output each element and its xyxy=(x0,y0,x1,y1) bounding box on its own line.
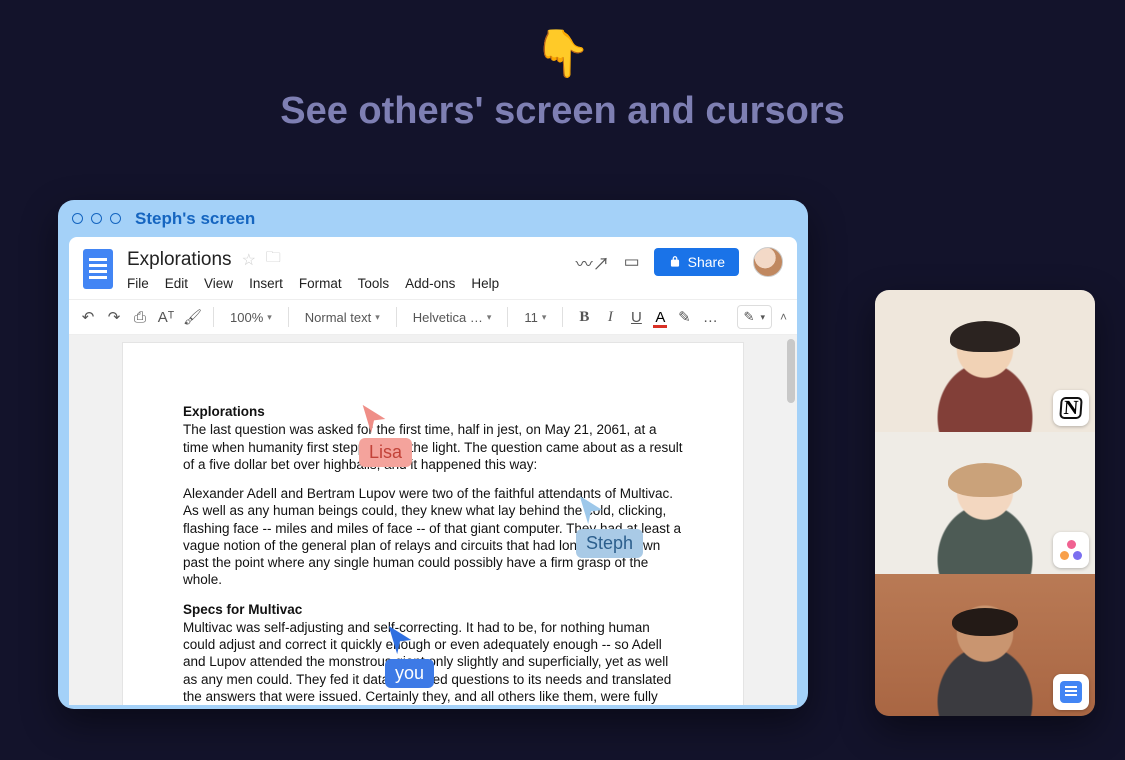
collapse-toolbar-icon[interactable]: ˄ xyxy=(780,310,787,324)
doc-heading-1: Explorations xyxy=(183,403,683,420)
vertical-scrollbar[interactable] xyxy=(787,339,795,701)
traffic-zoom-icon[interactable] xyxy=(110,213,121,224)
font-family-dropdown[interactable]: Helvetica … xyxy=(409,308,496,327)
menu-tools[interactable]: Tools xyxy=(358,276,390,291)
menu-file[interactable]: File xyxy=(127,276,149,291)
doc-paragraph-3: Multivac was self-adjusting and self-cor… xyxy=(183,619,683,705)
asana-icon xyxy=(1060,539,1082,561)
paragraph-style-dropdown[interactable]: Normal text xyxy=(301,308,384,327)
star-icon[interactable]: ☆ xyxy=(242,250,256,270)
hero-emoji-pointing-down: 👇 xyxy=(0,30,1125,76)
traffic-close-icon[interactable] xyxy=(72,213,83,224)
folder-icon[interactable]: 🗀 xyxy=(266,247,281,272)
document-viewport[interactable]: Explorations The last question was asked… xyxy=(69,335,797,705)
hero-title: See others' screen and cursors xyxy=(0,90,1125,133)
menu-view[interactable]: View xyxy=(204,276,233,291)
doc-paragraph-2: Alexander Adell and Bertram Lupov were t… xyxy=(183,485,683,589)
pencil-icon: ✎ xyxy=(744,309,755,325)
undo-icon[interactable]: ↶ xyxy=(79,308,97,326)
google-docs-app-icon[interactable] xyxy=(83,249,113,289)
underline-icon[interactable]: U xyxy=(627,309,645,326)
menu-insert[interactable]: Insert xyxy=(249,276,283,291)
participant-video-grid: N xyxy=(875,290,1095,716)
print-icon[interactable]: ⎙ xyxy=(131,309,149,326)
share-button-label: Share xyxy=(688,254,725,270)
menu-edit[interactable]: Edit xyxy=(165,276,188,291)
text-color-icon[interactable]: A xyxy=(653,309,667,326)
menu-addons[interactable]: Add-ons xyxy=(405,276,455,291)
window-traffic-lights[interactable] xyxy=(72,213,121,224)
doc-title[interactable]: Explorations xyxy=(127,249,232,271)
shared-screen-window: Steph's screen Explorations ☆ 🗀 File Edi… xyxy=(58,200,808,709)
toolbar: ↶ ↷ ⎙ Aᵀ 🖌 100% Normal text Helvetica … … xyxy=(69,299,797,335)
menu-format[interactable]: Format xyxy=(299,276,342,291)
activity-trend-icon[interactable]: 〰↗ xyxy=(576,250,610,275)
app-badge xyxy=(1053,532,1089,568)
highlight-icon[interactable]: ✎ xyxy=(675,308,693,326)
bold-icon[interactable]: B xyxy=(575,309,593,326)
redo-icon[interactable]: ↷ xyxy=(105,308,123,326)
lock-icon xyxy=(668,255,682,269)
share-button[interactable]: Share xyxy=(654,248,739,276)
spellcheck-icon[interactable]: Aᵀ xyxy=(157,309,175,326)
editing-mode-dropdown[interactable]: ✎ ▾ xyxy=(737,305,772,329)
paint-format-icon[interactable]: 🖌 xyxy=(183,308,201,326)
app-badge xyxy=(1053,674,1089,710)
avatar[interactable] xyxy=(753,247,783,277)
app-badge: N xyxy=(1053,390,1089,426)
shared-screen-titlebar: Steph's screen xyxy=(58,200,808,237)
scroll-thumb[interactable] xyxy=(787,339,795,403)
video-tile[interactable]: N xyxy=(875,290,1095,432)
italic-icon[interactable]: I xyxy=(601,309,619,326)
video-tile[interactable] xyxy=(875,432,1095,574)
traffic-minimize-icon[interactable] xyxy=(91,213,102,224)
font-size-dropdown[interactable]: 11 xyxy=(520,308,550,327)
more-tools-icon[interactable]: … xyxy=(701,309,719,326)
google-docs-window: Explorations ☆ 🗀 File Edit View Insert F… xyxy=(69,237,797,700)
doc-heading-2: Specs for Multivac xyxy=(183,601,683,618)
zoom-dropdown[interactable]: 100% xyxy=(226,308,276,327)
menu-help[interactable]: Help xyxy=(471,276,499,291)
shared-screen-owner-label: Steph's screen xyxy=(135,209,255,229)
document-page[interactable]: Explorations The last question was asked… xyxy=(123,343,743,705)
comments-icon[interactable]: ▭ xyxy=(624,252,640,272)
google-docs-icon xyxy=(1060,681,1082,703)
notion-icon: N xyxy=(1059,397,1083,419)
menu-bar: File Edit View Insert Format Tools Add-o… xyxy=(127,276,562,291)
video-tile[interactable] xyxy=(875,574,1095,716)
doc-paragraph-1: The last question was asked for the firs… xyxy=(183,421,683,473)
chevron-down-icon: ▾ xyxy=(760,312,765,323)
